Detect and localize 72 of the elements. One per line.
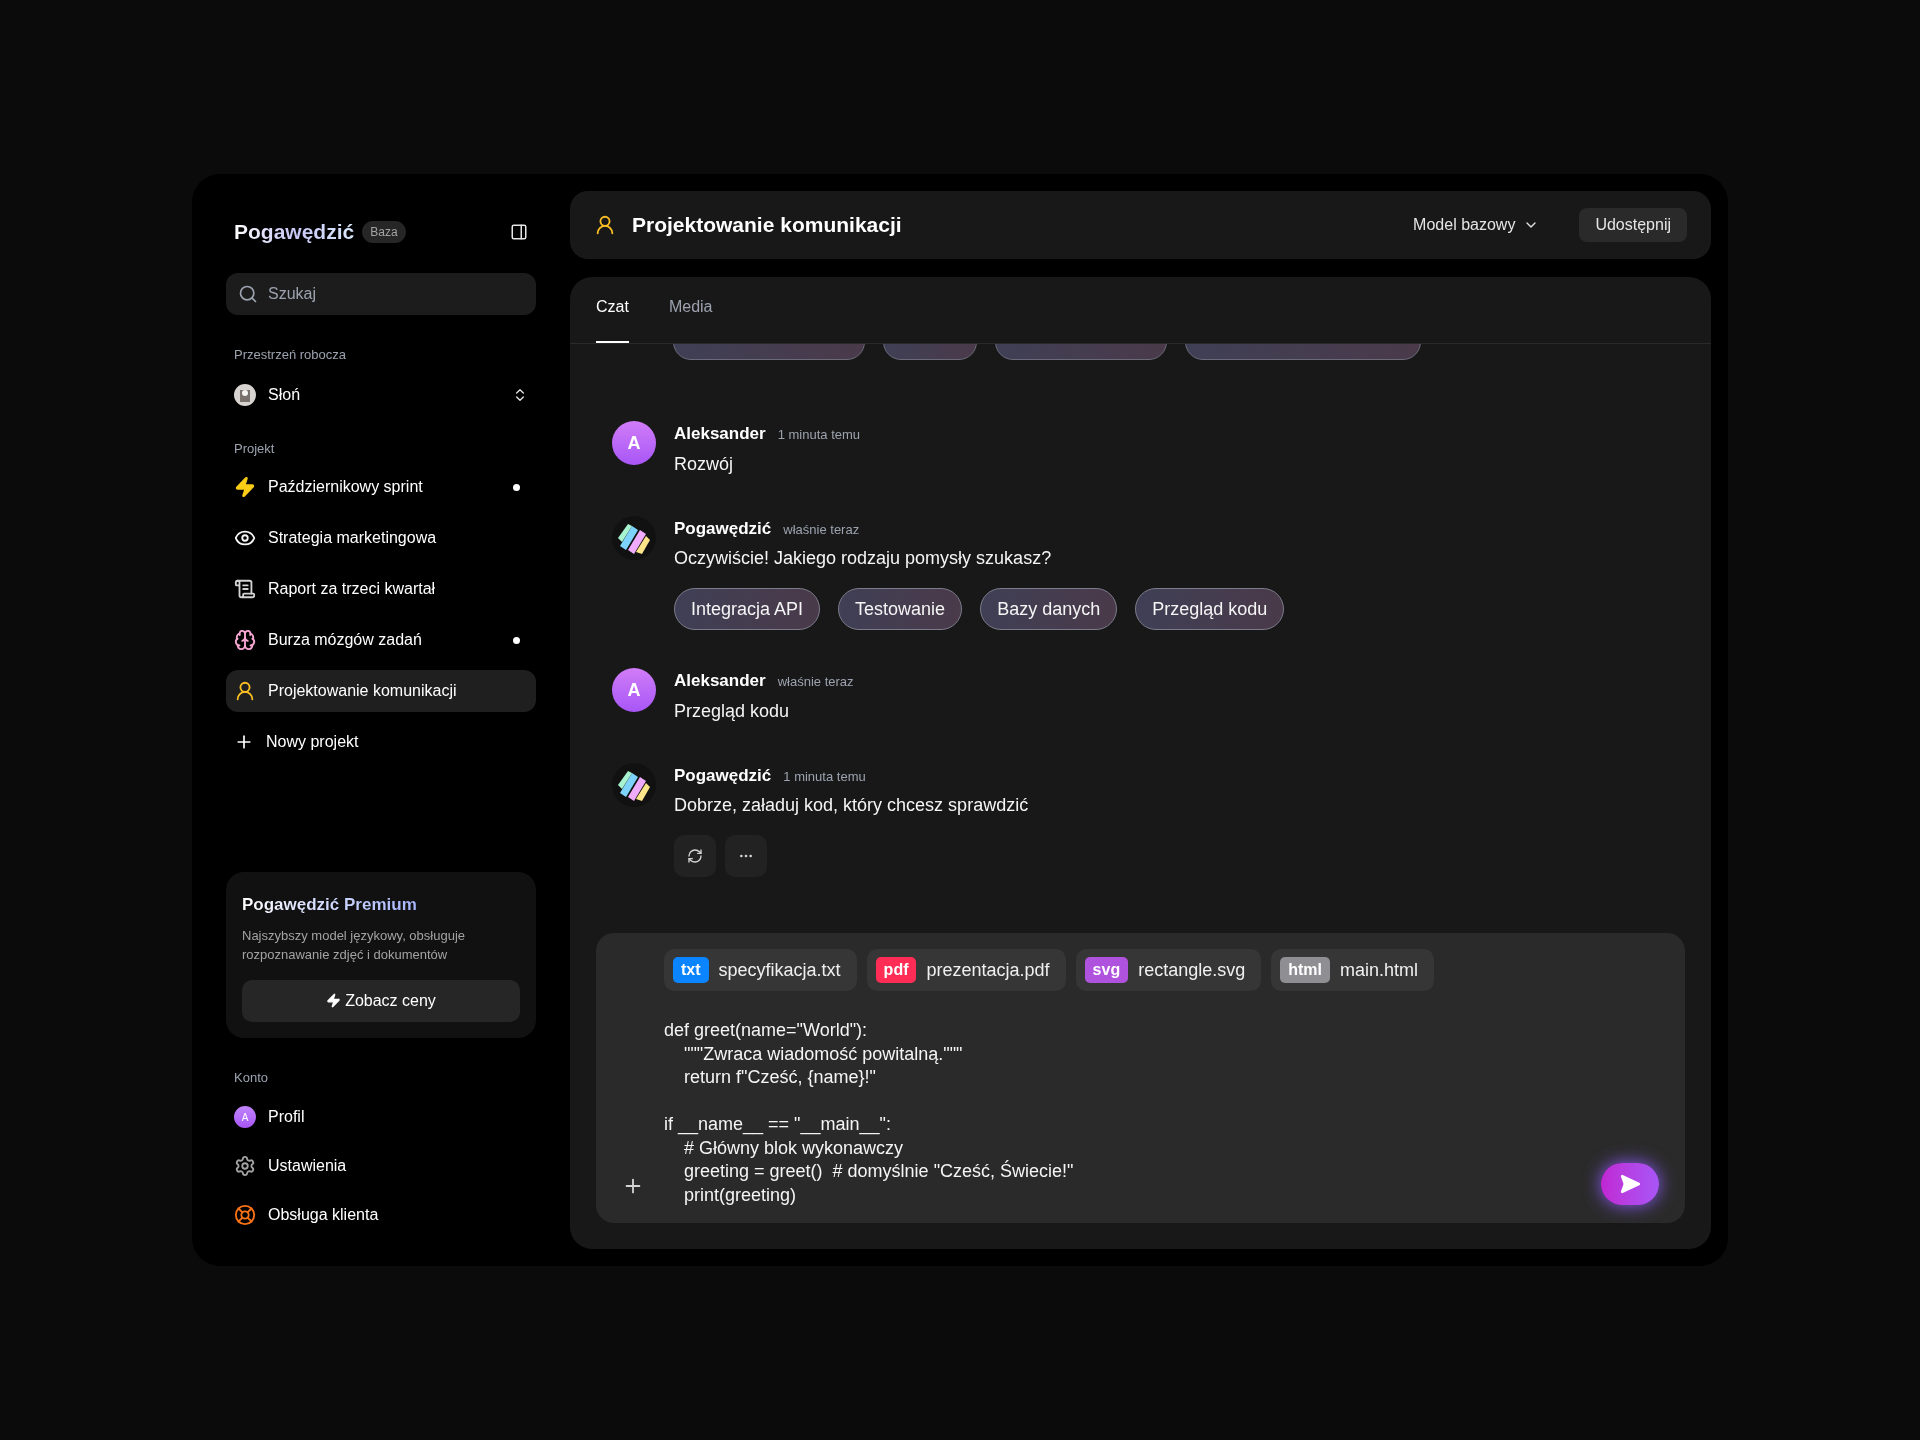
lightning-icon [326, 993, 342, 1008]
file-name: specyfikacja.txt [718, 958, 841, 982]
section-label: Projekt [233, 439, 276, 458]
file-type-badge: txt [673, 957, 709, 983]
bot-avatar [612, 762, 656, 807]
tab[interactable]: Czat [596, 295, 629, 343]
message-time: właśnie teraz [783, 520, 860, 539]
account-item[interactable]: A Profil [226, 1097, 536, 1137]
attachment-chip[interactable]: pdf prezentacja.pdf [866, 949, 1066, 991]
attachment-chip[interactable]: txt specyfikacja.txt [664, 949, 857, 991]
message-text: Rozwój [674, 452, 735, 476]
author-name: Aleksander [674, 670, 766, 692]
lightning-icon [234, 476, 256, 498]
user-avatar: A [612, 421, 656, 465]
suggestion-chip[interactable]: Bazy danych [980, 588, 1118, 630]
person-icon [594, 214, 616, 236]
project-item[interactable]: Październikowy sprint [226, 466, 536, 508]
file-name: main.html [1340, 958, 1419, 982]
settings-icon [234, 1155, 256, 1177]
regenerate-button[interactable] [674, 835, 716, 877]
message-text: Dobrze, załaduj kod, który chcesz sprawdzić [674, 794, 1029, 817]
workspace-avatar [234, 383, 256, 406]
refresh-icon [687, 848, 703, 864]
pricing-button[interactable]: Zobacz ceny [242, 979, 520, 1022]
new-project-button[interactable]: Nowy projekt [226, 721, 536, 763]
account-item[interactable]: Obsługa klienta [226, 1195, 536, 1235]
search-field[interactable]: Szukaj [226, 273, 536, 315]
section-label: Przestrzeń robocza [233, 346, 347, 364]
send-button[interactable] [1601, 1163, 1659, 1205]
model-selector[interactable]: Model bazowy [1413, 213, 1540, 237]
account-item[interactable]: Ustawienia [226, 1146, 536, 1186]
file-type-badge: pdf [875, 957, 917, 983]
project-item[interactable]: Strategia marketingowa [226, 517, 536, 559]
share-button[interactable]: Udostępnij [1579, 208, 1687, 242]
suggestion-chip[interactable]: Testowanie [838, 588, 963, 630]
author-name: Pogawędzić [674, 764, 772, 787]
file-type-badge: html [1280, 957, 1330, 983]
tab[interactable]: Media [668, 295, 713, 343]
scroll-icon [234, 578, 256, 600]
workspace-switcher[interactable]: Słoń [226, 374, 536, 415]
attachment-chip[interactable]: html main.html [1271, 949, 1435, 991]
attachment-chip[interactable]: svg rectangle.svg [1075, 949, 1262, 991]
project-item[interactable]: Raport za trzeci kwartał [226, 568, 536, 610]
message-text: Przegląd kodu [674, 699, 791, 723]
message-time: właśnie teraz [777, 673, 854, 691]
message-input[interactable]: def greet(name="World"): """Zwraca wiadomość powitalną.""" return f"Cześć, {name}!" if __name__ == "__main__": # Główny blok wykonawczy greeting = greet() # domyślnie "Cześć, Świecie!" print(greeting) [664, 1019, 1617, 1207]
suggestion-chip[interactable]: Przegląd kodu [1135, 588, 1285, 630]
file-name: prezentacja.pdf [926, 958, 1050, 982]
message-text: Oczywiście! Jakiego rodzaju pomysły szukasz? [674, 547, 1053, 570]
lifebuoy-icon [234, 1204, 256, 1226]
user-avatar: A [612, 668, 656, 712]
plan-badge: Baza [362, 221, 406, 243]
chat-title: Projektowanie komunikacji [632, 212, 902, 239]
bot-avatar [612, 515, 656, 560]
search-icon [238, 284, 258, 304]
profile-avatar: A [234, 1106, 256, 1128]
author-name: Aleksander [674, 423, 766, 445]
message-time: 1 minuta temu [777, 426, 861, 444]
author-name: Pogawędzić [674, 517, 772, 540]
section-label: Konto [233, 1068, 269, 1087]
send-icon [1619, 1173, 1641, 1195]
file-type-badge: svg [1084, 957, 1129, 983]
suggestion-chip[interactable]: Integracja API [674, 588, 821, 630]
workspace-name: Słoń [268, 384, 301, 405]
brain-icon [234, 629, 256, 651]
project-item[interactable]: Burza mózgów zadań [226, 619, 536, 661]
premium-description: Najszybszy model językowy, obsługuje rozpoznawanie zdjęć i dokumentów [242, 926, 467, 964]
sidebar-toggle-icon[interactable] [510, 223, 528, 241]
message-time: 1 minuta temu [783, 767, 866, 786]
project-item[interactable]: Projektowanie komunikacji [226, 670, 536, 712]
file-name: rectangle.svg [1138, 958, 1246, 982]
person-icon [234, 680, 256, 702]
